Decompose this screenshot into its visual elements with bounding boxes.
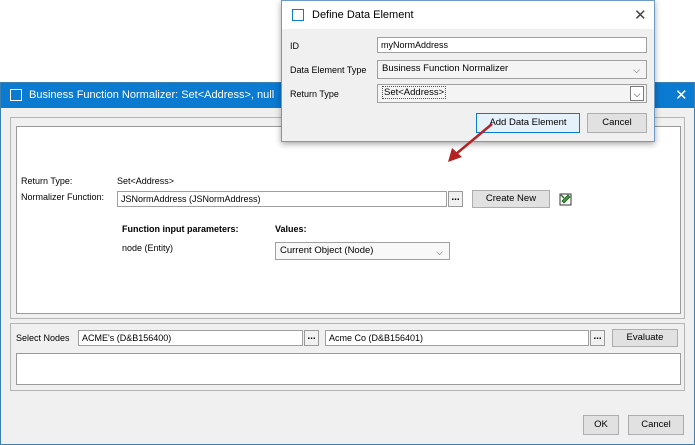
popup-title-bar[interactable]: Define Data Element ✕ [282, 1, 654, 29]
popup-title: Define Data Element [312, 9, 414, 21]
select-nodes-label: Select Nodes [16, 333, 70, 343]
id-input[interactable]: myNormAddress [377, 37, 647, 53]
dialog-title: Business Function Normalizer: Set<Addres… [29, 89, 275, 101]
return-type-select[interactable]: Set<Address> ⌵ [377, 84, 647, 103]
cancel-button[interactable]: Cancel [628, 415, 684, 435]
data-element-type-label: Data Element Type [290, 65, 367, 75]
return-type-label: Return Type [290, 89, 339, 99]
annotation-arrow [448, 123, 493, 162]
function-panel: Return Type: Set<Address> Normalizer Fun… [16, 126, 681, 314]
return-type-label: Return Type: [21, 176, 73, 186]
id-label: ID [290, 41, 299, 51]
param-value-text: Current Object (Node) [280, 245, 374, 256]
browse-node-2-button[interactable]: ... [590, 330, 605, 346]
param-value-select[interactable]: Current Object (Node) ⌵ [275, 242, 450, 260]
browse-node-1-button[interactable]: ... [304, 330, 319, 346]
params-header: Function input parameters: [122, 224, 239, 234]
window-icon [10, 89, 22, 101]
data-element-type-text: Business Function Normalizer [382, 63, 509, 74]
node-2-input[interactable]: Acme Co (D&B156401) [325, 330, 589, 346]
data-element-type-select[interactable]: Business Function Normalizer ⌵ [377, 60, 647, 79]
popup-cancel-button[interactable]: Cancel [587, 113, 647, 133]
param-name: node (Entity) [122, 243, 174, 253]
browse-function-button[interactable]: ... [448, 191, 463, 207]
create-new-button[interactable]: Create New [472, 190, 550, 208]
ok-button[interactable]: OK [583, 415, 619, 435]
evaluate-button[interactable]: Evaluate [612, 329, 678, 347]
close-icon[interactable]: ✕ [675, 86, 688, 104]
values-header: Values: [275, 224, 307, 234]
node-1-input[interactable]: ACME's (D&B156400) [78, 330, 303, 346]
chevron-down-icon: ⌵ [633, 65, 640, 75]
chevron-down-icon: ⌵ [436, 247, 443, 257]
edit-function-icon[interactable] [558, 191, 574, 207]
normalizer-function-label: Normalizer Function: [21, 192, 105, 202]
window-icon [292, 9, 304, 21]
chevron-down-icon[interactable]: ⌵ [630, 86, 644, 101]
close-icon[interactable]: ✕ [634, 6, 647, 24]
return-type-value: Set<Address> [117, 176, 175, 186]
evaluation-result-area [16, 353, 681, 385]
normalizer-function-input[interactable]: JSNormAddress (JSNormAddress) [117, 191, 447, 207]
return-type-text: Set<Address> [382, 86, 447, 99]
